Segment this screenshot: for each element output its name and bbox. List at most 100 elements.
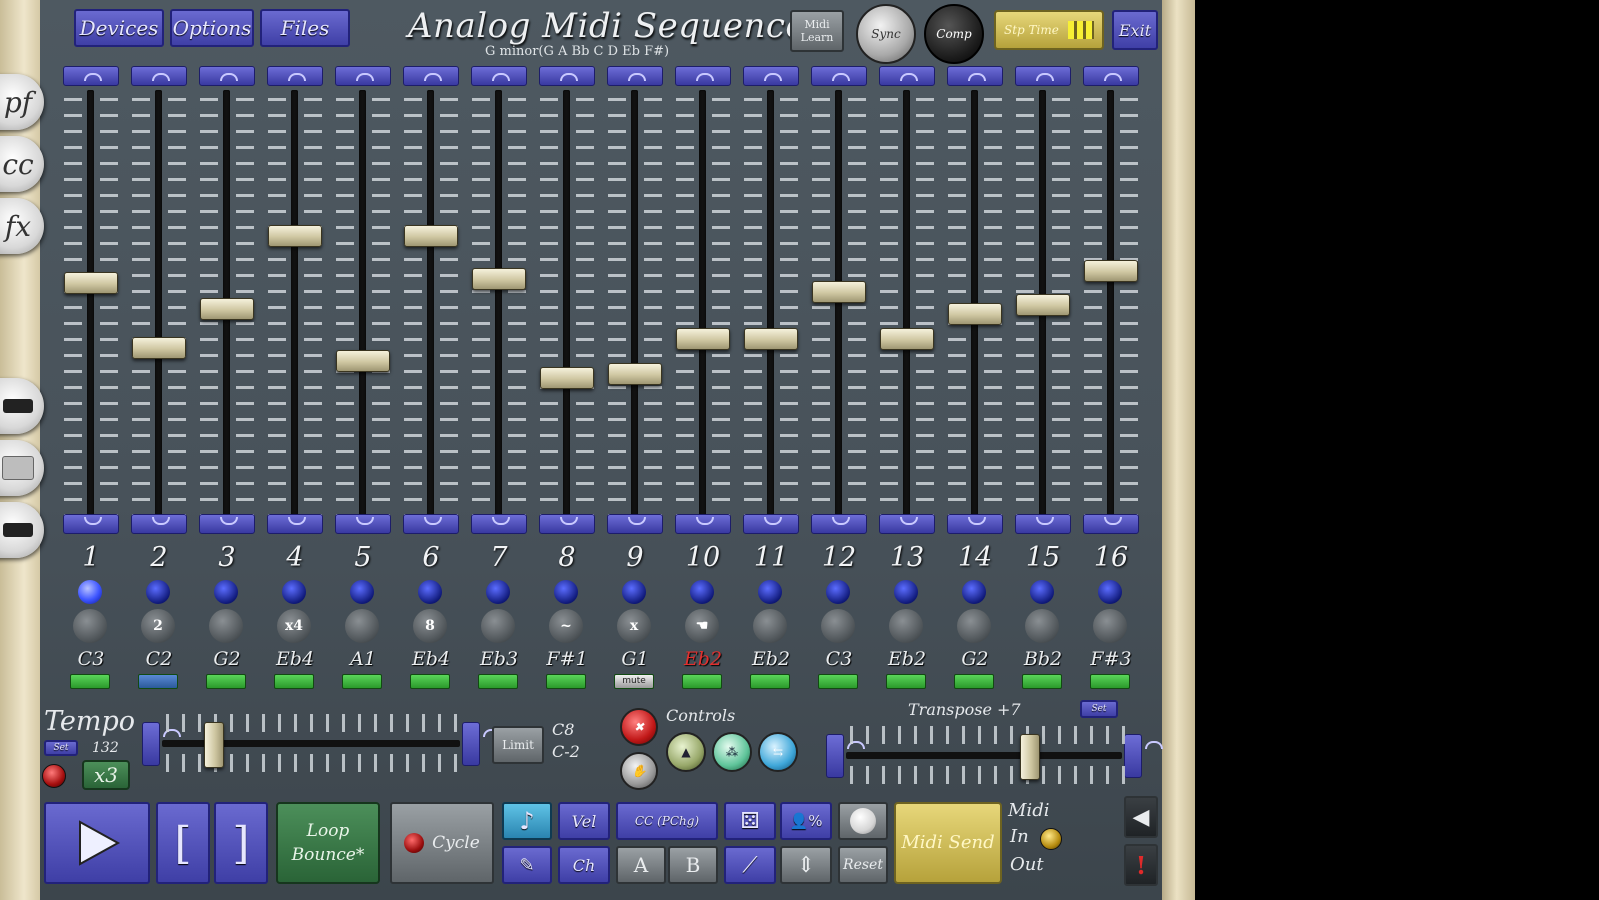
fader-handle[interactable] [268, 225, 322, 247]
step-led[interactable] [758, 580, 782, 604]
step-led[interactable] [146, 580, 170, 604]
step-mode-knob[interactable] [821, 609, 855, 643]
fader-handle[interactable] [1016, 294, 1070, 316]
step-gate-toggle[interactable] [342, 674, 382, 689]
step-mode-knob[interactable]: x4 [277, 609, 311, 643]
step-gate-toggle[interactable] [274, 674, 314, 689]
fader-track[interactable] [291, 90, 298, 520]
step-up-button[interactable] [403, 66, 459, 86]
fader-track[interactable] [699, 90, 706, 520]
tempo-record-led[interactable] [42, 764, 66, 788]
fader-track[interactable] [631, 90, 638, 520]
step-led[interactable] [690, 580, 714, 604]
step-gate-toggle[interactable] [1090, 674, 1130, 689]
slider-left-cap[interactable] [142, 722, 181, 766]
step-up-button[interactable] [199, 66, 255, 86]
note-mode-button[interactable]: ♪ [502, 802, 552, 840]
step-up-button[interactable] [539, 66, 595, 86]
hand-control-button[interactable]: ✋ [620, 752, 658, 790]
channel-button[interactable]: Ch [558, 846, 610, 884]
step-led[interactable] [622, 580, 646, 604]
step-mode-knob[interactable] [209, 609, 243, 643]
fader-handle[interactable] [676, 328, 730, 350]
comp-button[interactable]: Comp [924, 4, 984, 64]
step-down-button[interactable] [335, 514, 391, 534]
step-led[interactable] [418, 580, 442, 604]
fader-handle[interactable] [1084, 260, 1138, 282]
tempo-multiplier-button[interactable]: x3 [82, 760, 130, 790]
loop-end-button[interactable]: ] [214, 802, 268, 884]
step-up-button[interactable] [1083, 66, 1139, 86]
step-down-button[interactable] [199, 514, 255, 534]
step-mode-knob[interactable] [73, 609, 107, 643]
fader-track[interactable] [495, 90, 502, 520]
fader-handle[interactable] [200, 298, 254, 320]
step-led[interactable] [78, 580, 102, 604]
midi-send-button[interactable]: Midi Send [894, 802, 1002, 884]
step-down-button[interactable] [675, 514, 731, 534]
fader-handle[interactable] [404, 225, 458, 247]
step-led[interactable] [962, 580, 986, 604]
velocity-button[interactable]: Vel [558, 802, 610, 840]
fader-track[interactable] [155, 90, 162, 520]
step-up-button[interactable] [811, 66, 867, 86]
files-button[interactable]: Files [260, 9, 350, 47]
step-gate-toggle[interactable] [954, 674, 994, 689]
fader-handle[interactable] [948, 303, 1002, 325]
loop-bounce-button[interactable]: Loop Bounce* [276, 802, 380, 884]
cycle-button[interactable]: Cycle [390, 802, 494, 884]
fader-track[interactable] [359, 90, 366, 520]
step-down-button[interactable] [267, 514, 323, 534]
step-down-button[interactable] [743, 514, 799, 534]
midi-learn-button[interactable]: Midi Learn [790, 10, 844, 52]
step-mode-knob[interactable] [889, 609, 923, 643]
step-gate-toggle[interactable] [750, 674, 790, 689]
step-mode-knob[interactable] [957, 609, 991, 643]
fader-handle[interactable] [540, 367, 594, 389]
slider-handle[interactable] [1020, 734, 1040, 780]
step-down-button[interactable] [607, 514, 663, 534]
up-down-button[interactable]: ⇕ [780, 846, 832, 884]
step-mode-knob[interactable]: ☚ [685, 609, 719, 643]
step-down-button[interactable] [811, 514, 867, 534]
step-led[interactable] [486, 580, 510, 604]
step-down-button[interactable] [947, 514, 1003, 534]
step-led[interactable] [554, 580, 578, 604]
step-mode-knob[interactable] [753, 609, 787, 643]
panic-button[interactable]: ! [1124, 844, 1158, 886]
fader-handle[interactable] [64, 272, 118, 294]
fader-handle[interactable] [812, 281, 866, 303]
cc-pchg-button[interactable]: CC (PChg) [616, 802, 718, 840]
step-gate-toggle[interactable] [886, 674, 926, 689]
pattern-control-button[interactable]: ⁂ [712, 732, 752, 772]
limit-button[interactable]: Limit [492, 726, 544, 764]
shift-control-button[interactable]: ▲ [666, 732, 706, 772]
step-gate-toggle[interactable] [818, 674, 858, 689]
sketch-button[interactable]: ✎ [502, 846, 552, 884]
transpose-set-button[interactable]: Set [1080, 700, 1118, 718]
devices-button[interactable]: Devices [74, 9, 164, 47]
step-led[interactable] [1098, 580, 1122, 604]
slider-right-cap[interactable] [462, 722, 501, 766]
step-led[interactable] [826, 580, 850, 604]
step-up-button[interactable] [607, 66, 663, 86]
dice-button[interactable]: ⚄ [724, 802, 776, 840]
step-up-button[interactable] [131, 66, 187, 86]
step-down-button[interactable] [539, 514, 595, 534]
step-mode-knob[interactable] [1093, 609, 1127, 643]
step-down-button[interactable] [471, 514, 527, 534]
step-mode-knob[interactable]: 8 [413, 609, 447, 643]
step-mode-knob[interactable]: x [617, 609, 651, 643]
fader-track[interactable] [1107, 90, 1114, 520]
speaker-button[interactable]: ◀ [1124, 796, 1158, 838]
fader-track[interactable] [835, 90, 842, 520]
step-up-button[interactable] [879, 66, 935, 86]
fader-handle[interactable] [608, 363, 662, 385]
step-gate-toggle[interactable]: mute [614, 674, 654, 689]
step-led[interactable] [894, 580, 918, 604]
step-down-button[interactable] [1015, 514, 1071, 534]
fader-handle[interactable] [336, 350, 390, 372]
step-up-button[interactable] [471, 66, 527, 86]
step-mode-knob[interactable] [481, 609, 515, 643]
fader-track[interactable] [767, 90, 774, 520]
